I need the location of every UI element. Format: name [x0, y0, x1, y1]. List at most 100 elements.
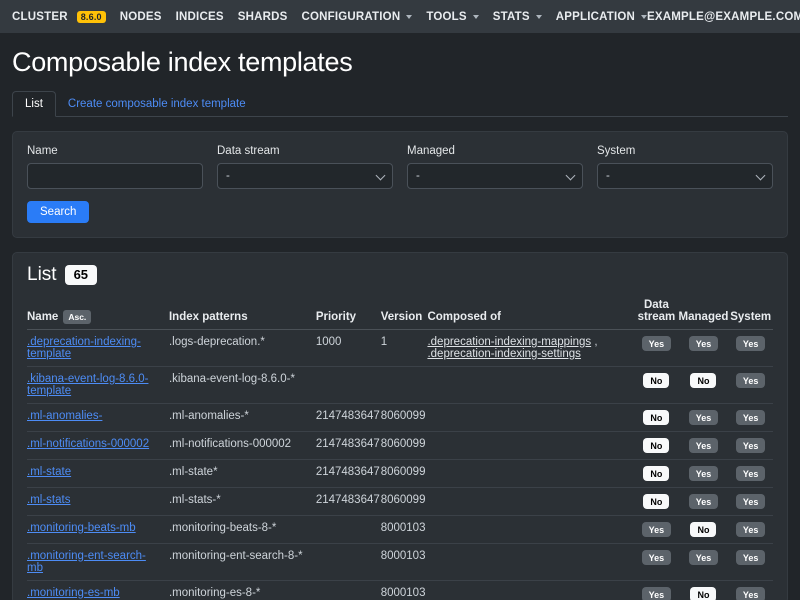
cell-version: 8000103 — [381, 581, 428, 600]
data-stream-badge: No — [643, 438, 669, 453]
template-name-link[interactable]: .ml-state — [27, 466, 71, 478]
managed-select-wrap: - — [407, 163, 583, 189]
column-header-name-label: Name — [27, 311, 58, 323]
column-header-version[interactable]: Version — [381, 299, 428, 330]
managed-badge: Yes — [689, 466, 719, 481]
nav-brand-label: CLUSTER — [12, 11, 68, 23]
template-name-link[interactable]: .ml-stats — [27, 494, 70, 506]
cell-system: Yes — [728, 404, 773, 432]
nav-item-indices[interactable]: INDICES — [176, 11, 224, 23]
template-name-link[interactable]: .monitoring-es-mb — [27, 587, 120, 599]
search-button[interactable]: Search — [27, 201, 89, 223]
cell-index-pattern: .ml-state* — [169, 460, 316, 488]
table-body: .deprecation-indexing-template.logs-depr… — [27, 330, 773, 600]
nav-item-label: STATS — [493, 11, 530, 23]
template-name-link[interactable]: .monitoring-beats-mb — [27, 522, 136, 534]
composed-of-link[interactable]: .deprecation-indexing-mappings — [427, 336, 591, 348]
system-select[interactable]: - — [597, 163, 773, 189]
column-header-managed[interactable]: Managed — [679, 299, 729, 330]
template-name-link[interactable]: .ml-notifications-000002 — [27, 438, 149, 450]
nav-item-label: APPLICATION — [556, 11, 635, 23]
data-stream-badge: Yes — [642, 522, 672, 537]
sort-direction-badge: Asc. — [63, 310, 91, 324]
nav-item-stats[interactable]: STATS — [493, 11, 542, 23]
tab-list[interactable]: List — [12, 91, 56, 117]
cell-version: 1 — [381, 330, 428, 367]
managed-badge: Yes — [689, 336, 719, 351]
cell-data-stream: No — [634, 460, 678, 488]
cell-system: Yes — [728, 367, 773, 404]
nav-item-application[interactable]: APPLICATION — [556, 11, 647, 23]
column-header-index-patterns[interactable]: Index patterns — [169, 299, 316, 330]
composed-of-link[interactable]: .deprecation-indexing-settings — [427, 348, 580, 360]
column-header-priority[interactable]: Priority — [316, 299, 381, 330]
data-stream-badge: No — [643, 410, 669, 425]
cell-managed: Yes — [679, 404, 729, 432]
top-navbar: CLUSTER 8.6.0 NODES INDICES SHARDS CONFI… — [0, 0, 800, 33]
managed-select[interactable]: - — [407, 163, 583, 189]
managed-badge: Yes — [689, 494, 719, 509]
filter-data-stream: Data stream - — [217, 145, 393, 189]
system-badge: Yes — [736, 373, 766, 388]
cell-system: Yes — [728, 330, 773, 367]
column-header-data-stream[interactable]: Data stream — [634, 299, 678, 330]
cell-version: 8060099 — [381, 488, 428, 516]
filter-row: Name Data stream - Managed - System - — [27, 145, 773, 189]
nav-item-configuration[interactable]: CONFIGURATION — [301, 11, 412, 23]
table-row: .ml-notifications-000002.ml-notification… — [27, 432, 773, 460]
cell-priority: 2147483647 — [316, 460, 381, 488]
cell-name: .kibana-event-log-8.6.0-template — [27, 367, 169, 404]
system-select-wrap: - — [597, 163, 773, 189]
templates-table: Name Asc. Index patterns Priority Version… — [27, 299, 773, 600]
data-stream-badge: Yes — [642, 336, 672, 351]
template-name-link[interactable]: .deprecation-indexing-template — [27, 336, 141, 360]
cell-system: Yes — [728, 460, 773, 488]
cell-priority — [316, 367, 381, 404]
column-header-system[interactable]: System — [728, 299, 773, 330]
cell-managed: No — [679, 516, 729, 544]
data-stream-label: Data stream — [217, 145, 393, 157]
table-row: .ml-state .ml-state*21474836478060099 No Ye… — [27, 460, 773, 488]
cell-managed: Yes — [679, 544, 729, 581]
table-row: .deprecation-indexing-template.logs-depr… — [27, 330, 773, 367]
cell-priority — [316, 516, 381, 544]
chevron-down-icon — [473, 15, 479, 19]
table-header-row: Name Asc. Index patterns Priority Version… — [27, 299, 773, 330]
template-name-link[interactable]: .monitoring-ent-search-mb — [27, 550, 146, 574]
template-name-link[interactable]: .ml-anomalies- — [27, 410, 102, 422]
nav-item-cluster[interactable]: CLUSTER 8.6.0 — [12, 11, 106, 23]
navbar-right-group: EXAMPLE@EXAMPLE.COM ☾ — [647, 10, 800, 23]
list-title: List — [27, 264, 57, 286]
cell-index-pattern: .monitoring-ent-search-8-* — [169, 544, 316, 581]
list-count-badge: 65 — [65, 265, 97, 285]
data-stream-badge: Yes — [642, 550, 672, 565]
cell-system: Yes — [728, 516, 773, 544]
nav-item-label: SHARDS — [238, 11, 288, 23]
data-stream-select[interactable]: - — [217, 163, 393, 189]
filter-name: Name — [27, 145, 203, 189]
name-input[interactable] — [27, 163, 203, 189]
user-menu[interactable]: EXAMPLE@EXAMPLE.COM — [647, 11, 800, 23]
cell-data-stream: Yes — [634, 330, 678, 367]
column-header-name[interactable]: Name Asc. — [27, 299, 169, 330]
templates-list-panel: List 65 Name Asc. Index patterns Priority… — [12, 252, 788, 600]
nav-item-tools[interactable]: TOOLS — [426, 11, 478, 23]
nav-item-nodes[interactable]: NODES — [120, 11, 162, 23]
cell-system: Yes — [728, 432, 773, 460]
cell-priority: 2147483647 — [316, 404, 381, 432]
column-header-composed-of[interactable]: Composed of — [427, 299, 634, 330]
cell-version — [381, 367, 428, 404]
cell-version: 8000103 — [381, 516, 428, 544]
cell-version: 8060099 — [381, 460, 428, 488]
cell-managed: Yes — [679, 460, 729, 488]
template-name-link[interactable]: .kibana-event-log-8.6.0-template — [27, 373, 148, 397]
nav-item-label: INDICES — [176, 11, 224, 23]
nav-item-shards[interactable]: SHARDS — [238, 11, 288, 23]
cell-composed-of — [427, 460, 634, 488]
tab-create-composable-index-template[interactable]: Create composable index template — [56, 92, 258, 116]
data-stream-select-wrap: - — [217, 163, 393, 189]
system-badge: Yes — [736, 438, 766, 453]
cell-composed-of — [427, 516, 634, 544]
cell-priority: 2147483647 — [316, 432, 381, 460]
system-badge: Yes — [736, 466, 766, 481]
